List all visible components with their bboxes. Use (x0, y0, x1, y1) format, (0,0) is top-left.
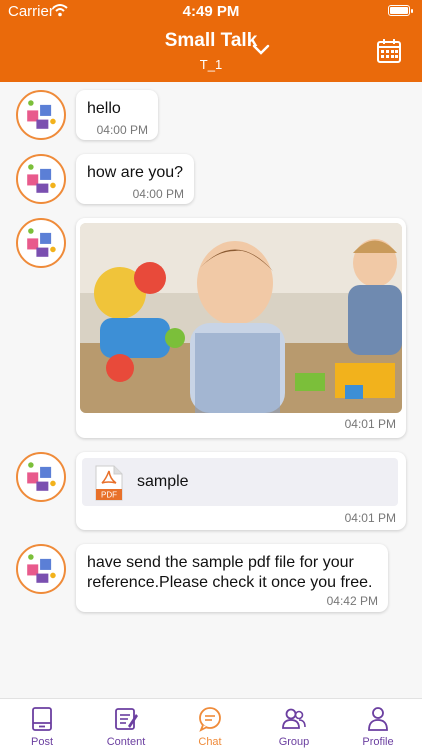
status-bar: Carrier 4:49 PM (0, 0, 422, 24)
avatar[interactable] (16, 218, 66, 268)
post-icon (32, 707, 52, 731)
page-subtitle: T_1 (199, 57, 223, 72)
file-message-bubble[interactable]: PDF sample 04:01 PM (76, 452, 406, 530)
tab-label: Chat (198, 736, 222, 748)
message-bubble[interactable]: hello 04:00 PM (76, 90, 158, 140)
tab-group[interactable]: Group (252, 699, 336, 750)
shared-photo[interactable] (80, 223, 402, 413)
pdf-icon: PDF (95, 465, 123, 501)
group-icon (282, 708, 306, 729)
message-time: 04:00 PM (96, 123, 148, 137)
avatar[interactable] (16, 90, 66, 140)
tab-label: Group (278, 736, 310, 748)
chat-icon (199, 707, 221, 732)
tab-content[interactable]: Content (84, 699, 168, 750)
file-type-label: PDF (101, 491, 117, 500)
tab-label: Post (30, 736, 53, 748)
profile-icon (368, 707, 388, 731)
message-time: 04:01 PM (344, 511, 396, 525)
message-bubble[interactable]: have send the sample pdf file for your r… (76, 544, 388, 612)
app-header: Carrier 4:49 PM Small Talk T_1 (0, 0, 422, 82)
avatar[interactable] (16, 544, 66, 594)
title-group[interactable]: Small Talk T_1 (0, 30, 422, 72)
file-name: sample (137, 473, 189, 490)
tab-profile[interactable]: Profile (336, 699, 420, 750)
battery-icon (388, 5, 413, 16)
avatar[interactable] (16, 452, 66, 502)
avatar[interactable] (16, 154, 66, 204)
message-text: how are you? (87, 164, 184, 181)
content-icon (115, 708, 138, 730)
message-bubble[interactable]: how are you? 04:00 PM (76, 154, 194, 204)
tab-chat[interactable]: Chat (168, 699, 252, 750)
calendar-icon[interactable] (376, 38, 402, 64)
message-text: have send the sample pdf file for your r… (87, 554, 373, 591)
tab-label: Profile (362, 736, 394, 748)
status-time: 4:49 PM (182, 3, 240, 20)
tab-post[interactable]: Post (0, 699, 84, 750)
message-text: hello (87, 100, 121, 117)
chevron-down-icon[interactable] (252, 44, 270, 56)
file-attachment[interactable]: PDF sample (82, 458, 398, 506)
page-title: Small Talk (164, 30, 258, 51)
tab-label: Content (106, 736, 146, 748)
message-time: 04:00 PM (132, 187, 184, 201)
message-time: 04:42 PM (326, 594, 378, 608)
chat-list[interactable]: hello 04:00 PM how are you? 04:00 PM 04:… (0, 82, 422, 698)
image-message-bubble[interactable]: 04:01 PM (76, 218, 406, 438)
message-time: 04:01 PM (344, 417, 396, 431)
tab-bar: Post Content Chat Group Profile (0, 698, 422, 750)
